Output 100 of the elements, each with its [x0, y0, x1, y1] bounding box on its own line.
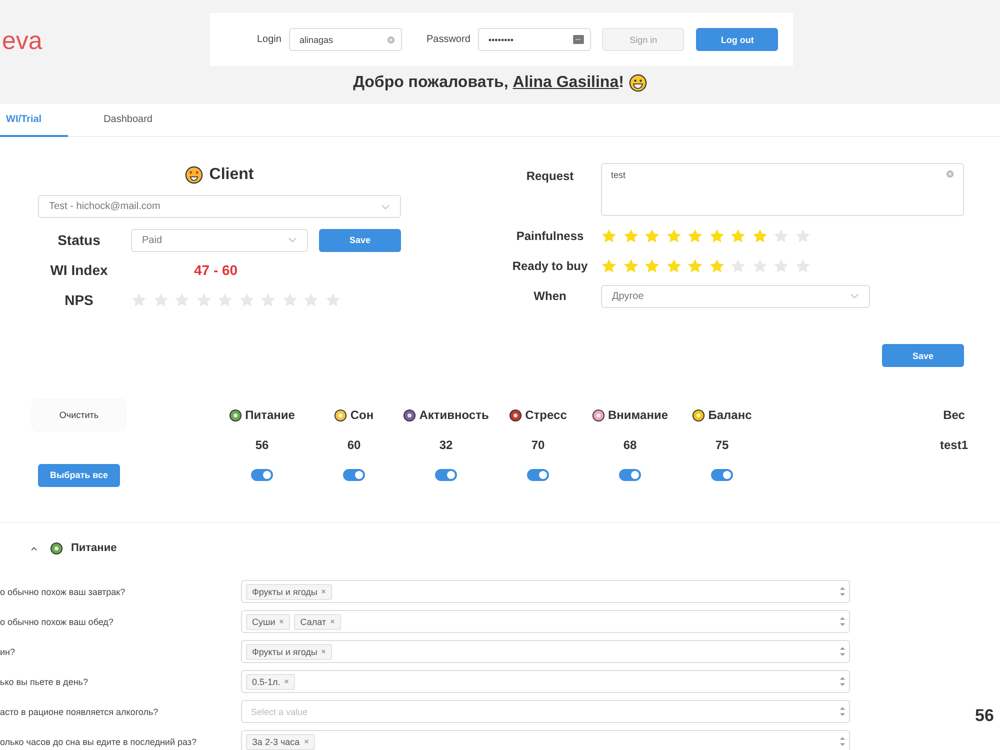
category-icon — [592, 408, 606, 422]
request-label: Request — [525, 169, 575, 183]
wi-index-value: 47 - 60 — [194, 262, 238, 278]
star-icon — [644, 228, 660, 244]
login-label: Login — [257, 34, 282, 45]
question-label: олько часов до сна вы едите в последний раз? — [0, 736, 198, 746]
star-icon — [666, 258, 682, 274]
category-name: Активность — [419, 408, 489, 422]
welcome-message: Добро пожаловать, Alina Gasilina! — [353, 74, 624, 92]
heart-eyes-icon — [185, 166, 204, 184]
star-icon — [687, 258, 703, 274]
toggle-switch[interactable] — [527, 469, 550, 481]
request-field[interactable]: test — [601, 163, 964, 216]
caret-icon[interactable] — [30, 546, 38, 550]
logo: eva — [1, 27, 44, 56]
remove-icon[interactable] — [321, 589, 326, 594]
keyboard-icon — [573, 35, 584, 44]
spinner-icon[interactable] — [839, 585, 846, 598]
question-label: о обычно похож ваш завтрак? — [0, 586, 126, 596]
star-icon — [644, 258, 660, 274]
tag[interactable]: За 2-3 часа — [246, 734, 315, 750]
category-name: Питание — [245, 408, 295, 422]
multi-select-field[interactable]: 0.5-1л. — [241, 670, 850, 693]
nps-label: NPS — [64, 292, 94, 308]
category-name: Баланс — [708, 408, 752, 422]
tag[interactable]: 0.5-1л. — [246, 674, 296, 690]
category-name: Сон — [350, 408, 374, 422]
client-title: Client — [209, 166, 254, 184]
category-score: 56 — [255, 438, 269, 452]
category-icon — [50, 542, 63, 554]
chevron-down-icon — [288, 237, 297, 243]
spinner-icon[interactable] — [839, 645, 846, 658]
tag[interactable]: Салат — [294, 614, 342, 630]
remove-icon[interactable] — [279, 619, 284, 624]
category-icon — [334, 408, 348, 422]
multi-select-field[interactable]: За 2-3 часа — [241, 730, 850, 750]
question-label: асто в рационе появляется алкоголь? — [0, 706, 160, 716]
section-score: 56 — [975, 706, 994, 726]
smiley-icon — [628, 74, 647, 92]
clear-icon[interactable] — [387, 36, 396, 44]
spinner-icon[interactable] — [839, 675, 846, 688]
question-label: ин? — [0, 646, 16, 656]
star-rating[interactable] — [601, 258, 810, 274]
star-icon — [708, 228, 724, 244]
painfulness-label: Painfulness — [515, 229, 585, 243]
category-name: Стресс — [525, 408, 567, 422]
star-icon — [601, 258, 617, 274]
chevron-down-icon — [381, 204, 390, 210]
star-icon — [730, 228, 746, 244]
remove-icon[interactable] — [304, 739, 309, 744]
question-label: ько вы пьете в день? — [0, 676, 89, 686]
star-icon — [687, 228, 703, 244]
weight-label: Вес — [943, 408, 965, 422]
remove-icon[interactable] — [330, 619, 336, 624]
category-icon — [229, 408, 242, 422]
user-link[interactable]: Alina Gasilina — [512, 74, 619, 91]
remove-icon[interactable] — [284, 679, 290, 684]
star-icon — [666, 228, 682, 244]
chevron-down-icon — [850, 293, 859, 299]
question-label: о обычно похож ваш обед? — [0, 616, 114, 626]
weight-value: test1 — [940, 438, 968, 452]
when-select[interactable]: Другое — [601, 284, 870, 308]
password-label: Password — [426, 34, 470, 45]
toggle-switch[interactable] — [711, 469, 734, 481]
clear-button[interactable]: Очистить — [33, 400, 125, 430]
toggle-switch[interactable] — [251, 469, 274, 481]
login-field[interactable]: alinagas — [289, 28, 402, 51]
multi-select-field[interactable]: Суши Салат — [241, 610, 850, 633]
tag[interactable]: Суши — [246, 614, 290, 630]
password-field[interactable]: •••••••• — [478, 28, 592, 51]
multi-select-field[interactable]: Фрукты и ягоды — [241, 580, 850, 603]
wi-index-label: WI Index — [49, 262, 109, 278]
remove-icon[interactable] — [321, 649, 326, 654]
when-label: When — [532, 289, 568, 303]
star-icon — [622, 228, 638, 244]
star-icon — [601, 228, 617, 244]
category-icon — [692, 408, 706, 422]
category-score: 70 — [531, 438, 545, 452]
client-select[interactable]: Test - hichock@mail.com — [38, 195, 401, 218]
category-score: 60 — [347, 438, 361, 452]
multi-select-field[interactable]: Фрукты и ягоды — [241, 640, 850, 663]
spinner-icon[interactable] — [839, 735, 846, 748]
ready-to-buy-label: Ready to buy — [511, 259, 589, 273]
spinner-icon[interactable] — [839, 705, 846, 718]
star-icon — [708, 258, 724, 274]
toggle-switch[interactable] — [619, 469, 642, 481]
star-rating[interactable] — [601, 228, 810, 244]
tab[interactable]: Dashboard — [78, 104, 178, 137]
toggle-switch[interactable] — [343, 469, 366, 481]
status-select[interactable]: Paid — [131, 228, 308, 252]
category-name: Внимание — [608, 408, 668, 422]
clear-icon[interactable] — [946, 170, 954, 178]
category-icon — [509, 408, 522, 422]
section-title: Питание — [71, 542, 117, 554]
tag[interactable]: Фрукты и ягоды — [246, 584, 332, 600]
toggle-switch[interactable] — [435, 469, 458, 481]
star-icon — [752, 228, 768, 244]
spinner-icon[interactable] — [839, 615, 846, 628]
category-score: 68 — [623, 438, 637, 452]
tag[interactable]: Фрукты и ягоды — [246, 644, 332, 660]
